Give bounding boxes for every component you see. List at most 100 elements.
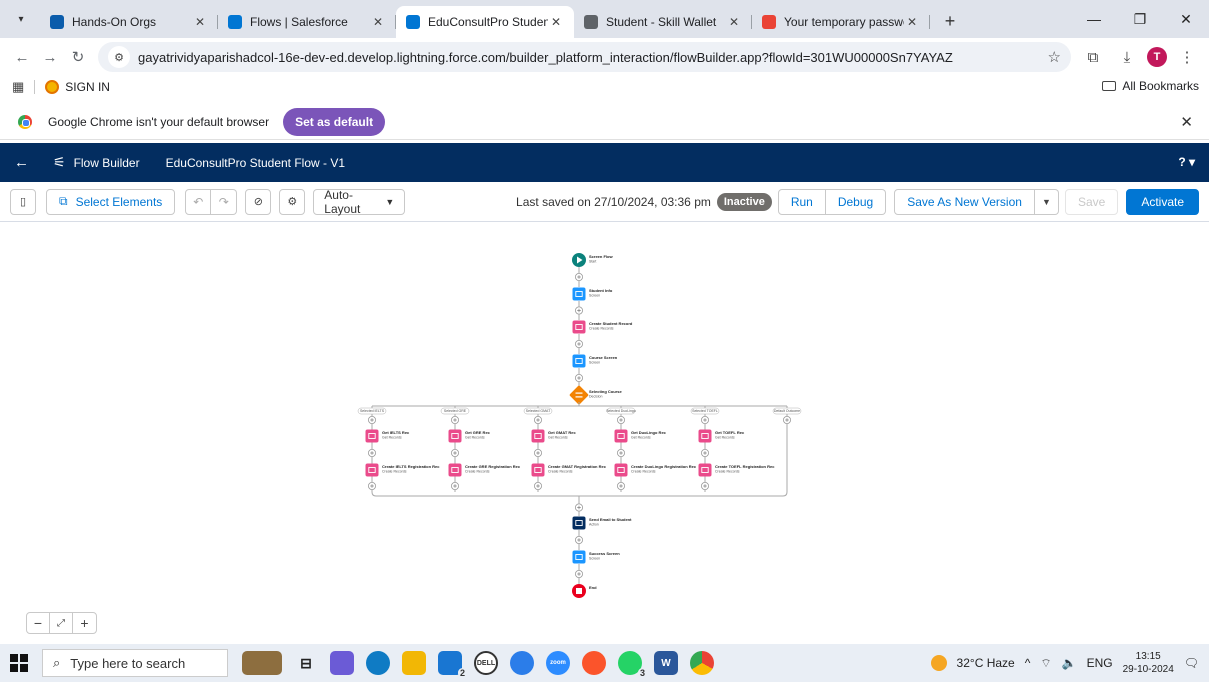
tab-close-icon[interactable]: ✕ — [192, 15, 208, 29]
extensions-icon[interactable]: ⧉ — [1079, 43, 1107, 71]
redo-icon[interactable]: ↷ — [211, 188, 238, 215]
address-bar[interactable]: ⚙ gayatrividyaparishadcol-16e-dev-ed.dev… — [98, 42, 1071, 72]
tab-favicon-icon — [584, 15, 598, 29]
branch-label: Selected GMAT — [526, 409, 551, 413]
toggle-panel-button[interactable]: ▯ — [10, 188, 36, 215]
dell-icon[interactable]: DELL — [474, 651, 498, 675]
record-node[interactable] — [614, 429, 628, 443]
more-menu-icon[interactable]: ⋮ — [1173, 43, 1201, 71]
tab-search-chevron-icon[interactable]: ▾ — [8, 6, 34, 32]
help-menu[interactable]: ? ▾ — [1178, 155, 1195, 169]
profile-avatar[interactable]: T — [1147, 47, 1167, 67]
tab-close-icon[interactable]: ✕ — [904, 15, 920, 29]
zoom-out-icon[interactable]: − — [27, 613, 50, 633]
file-explorer-icon[interactable] — [402, 651, 426, 675]
widgets-castle-icon[interactable] — [242, 651, 282, 675]
tab-close-icon[interactable]: ✕ — [548, 15, 564, 29]
tab-favicon-icon — [762, 15, 776, 29]
activate-button[interactable]: Activate — [1126, 188, 1199, 215]
apps-grid-icon[interactable]: ▦ — [12, 79, 24, 95]
new-tab-button[interactable]: + — [936, 7, 964, 35]
brave-browser-icon[interactable] — [582, 651, 606, 675]
screen-node[interactable] — [572, 550, 586, 564]
zoom-in-icon[interactable]: + — [73, 613, 96, 633]
clock[interactable]: 13:15 29-10-2024 — [1123, 650, 1174, 676]
system-tray: 32°C Haze ^ ⌔ 🔈 ENG 13:15 29-10-2024 🗨 — [930, 644, 1199, 682]
task-view-icon[interactable]: ⊟ — [294, 651, 318, 675]
record-node[interactable] — [698, 429, 712, 443]
record-node[interactable] — [614, 463, 628, 477]
record-node[interactable] — [531, 463, 545, 477]
app-icon[interactable] — [510, 651, 534, 675]
chrome-icon[interactable] — [690, 651, 714, 675]
language-indicator[interactable]: ENG — [1087, 656, 1113, 670]
weather-text[interactable]: 32°C Haze — [957, 656, 1015, 670]
site-info-icon[interactable]: ⚙ — [108, 46, 130, 68]
node-title: Create IELTS Registration Rec — [382, 464, 440, 469]
screen-node[interactable] — [572, 354, 586, 368]
record-node[interactable] — [448, 463, 462, 477]
tab-close-icon[interactable]: ✕ — [370, 15, 386, 29]
word-icon[interactable]: W — [654, 651, 678, 675]
forward-arrow-icon[interactable]: → — [36, 43, 64, 71]
action-node[interactable] — [572, 516, 586, 530]
bookmark-star-icon[interactable]: ☆ — [1048, 48, 1061, 66]
back-arrow-icon[interactable]: ← — [14, 154, 29, 171]
settings-gear-icon[interactable]: ⚙ — [279, 188, 306, 215]
record-node[interactable] — [448, 429, 462, 443]
debug-button[interactable]: Debug — [825, 188, 887, 215]
mail-icon[interactable]: 2 — [438, 651, 467, 678]
branch-label: Selected DuoLingo — [606, 409, 636, 413]
browser-tab[interactable]: Student - Skill Wallet ✕ — [574, 6, 752, 38]
screen-node[interactable] — [572, 287, 586, 301]
node-title: Create DuoLingo Registration Rec — [631, 464, 697, 469]
back-arrow-icon[interactable]: ← — [8, 43, 36, 71]
reload-icon[interactable]: ↻ — [64, 43, 92, 71]
bookmark-sign-in[interactable]: SIGN IN — [45, 80, 110, 94]
run-button[interactable]: Run — [777, 188, 826, 215]
record-node[interactable] — [531, 429, 545, 443]
windows-start-icon[interactable] — [10, 654, 28, 672]
copilot-icon[interactable] — [330, 651, 354, 675]
network-icon[interactable]: ⌔ — [1040, 656, 1051, 671]
auto-layout-dropdown[interactable]: Auto-Layout ▼ — [313, 188, 406, 216]
url-text[interactable]: gayatrividyaparishadcol-16e-dev-ed.devel… — [138, 50, 1048, 65]
decision-node[interactable] — [569, 385, 589, 405]
all-bookmarks[interactable]: All Bookmarks — [1102, 79, 1199, 93]
minimize-icon[interactable]: — — [1071, 0, 1117, 38]
select-elements-button[interactable]: ⧉ Select Elements — [46, 188, 176, 215]
zoom-app-icon[interactable]: zoom — [546, 651, 570, 675]
tab-favicon-icon — [50, 15, 64, 29]
browser-tab[interactable]: Flows | Salesforce ✕ — [218, 6, 396, 38]
save-as-new-version-button[interactable]: Save As New Version — [894, 188, 1035, 215]
close-window-icon[interactable]: ✕ — [1163, 0, 1209, 38]
edge-browser-icon[interactable] — [366, 651, 390, 675]
flow-canvas[interactable]: Screen Flow Start Student Info Screen Create… — [0, 223, 1209, 644]
tray-chevron-icon[interactable]: ^ — [1025, 656, 1031, 670]
taskbar-search-box[interactable]: ⌕ Type here to search — [42, 649, 228, 677]
infobar-close-icon[interactable]: ✕ — [1180, 113, 1193, 131]
record-node[interactable] — [365, 463, 379, 477]
volume-icon[interactable]: 🔈 — [1062, 656, 1077, 670]
fit-view-icon[interactable]: ⤢ — [50, 613, 73, 633]
notifications-icon[interactable]: 🗨 — [1184, 656, 1199, 670]
browser-tab[interactable]: Your temporary password has b ✕ — [752, 6, 930, 38]
tab-close-icon[interactable]: ✕ — [726, 15, 742, 29]
node-title: Create Student Record — [589, 321, 633, 326]
record-node[interactable] — [365, 429, 379, 443]
download-icon[interactable]: ⤓ — [1113, 43, 1141, 71]
weather-icon[interactable] — [930, 655, 947, 671]
save-button[interactable]: Save — [1064, 188, 1119, 215]
set-default-button[interactable]: Set as default — [283, 107, 386, 136]
errors-icon[interactable]: ⊘ — [245, 188, 272, 215]
undo-icon[interactable]: ↶ — [185, 188, 212, 215]
browser-tab[interactable]: Hands-On Orgs ✕ — [40, 6, 218, 38]
whatsapp-icon[interactable]: 3 — [618, 651, 647, 678]
record-node[interactable] — [572, 320, 586, 334]
save-options-chevron-icon[interactable]: ▼ — [1034, 188, 1059, 215]
flow-diagram[interactable]: Screen FlowStartStudent InfoScreenCreate… — [0, 223, 1209, 644]
browser-tab-active[interactable]: EduConsultPro Student Flow - V ✕ — [396, 6, 574, 38]
restore-icon[interactable]: ❐ — [1117, 0, 1163, 38]
record-node[interactable] — [698, 463, 712, 477]
clock-time: 13:15 — [1135, 651, 1161, 662]
